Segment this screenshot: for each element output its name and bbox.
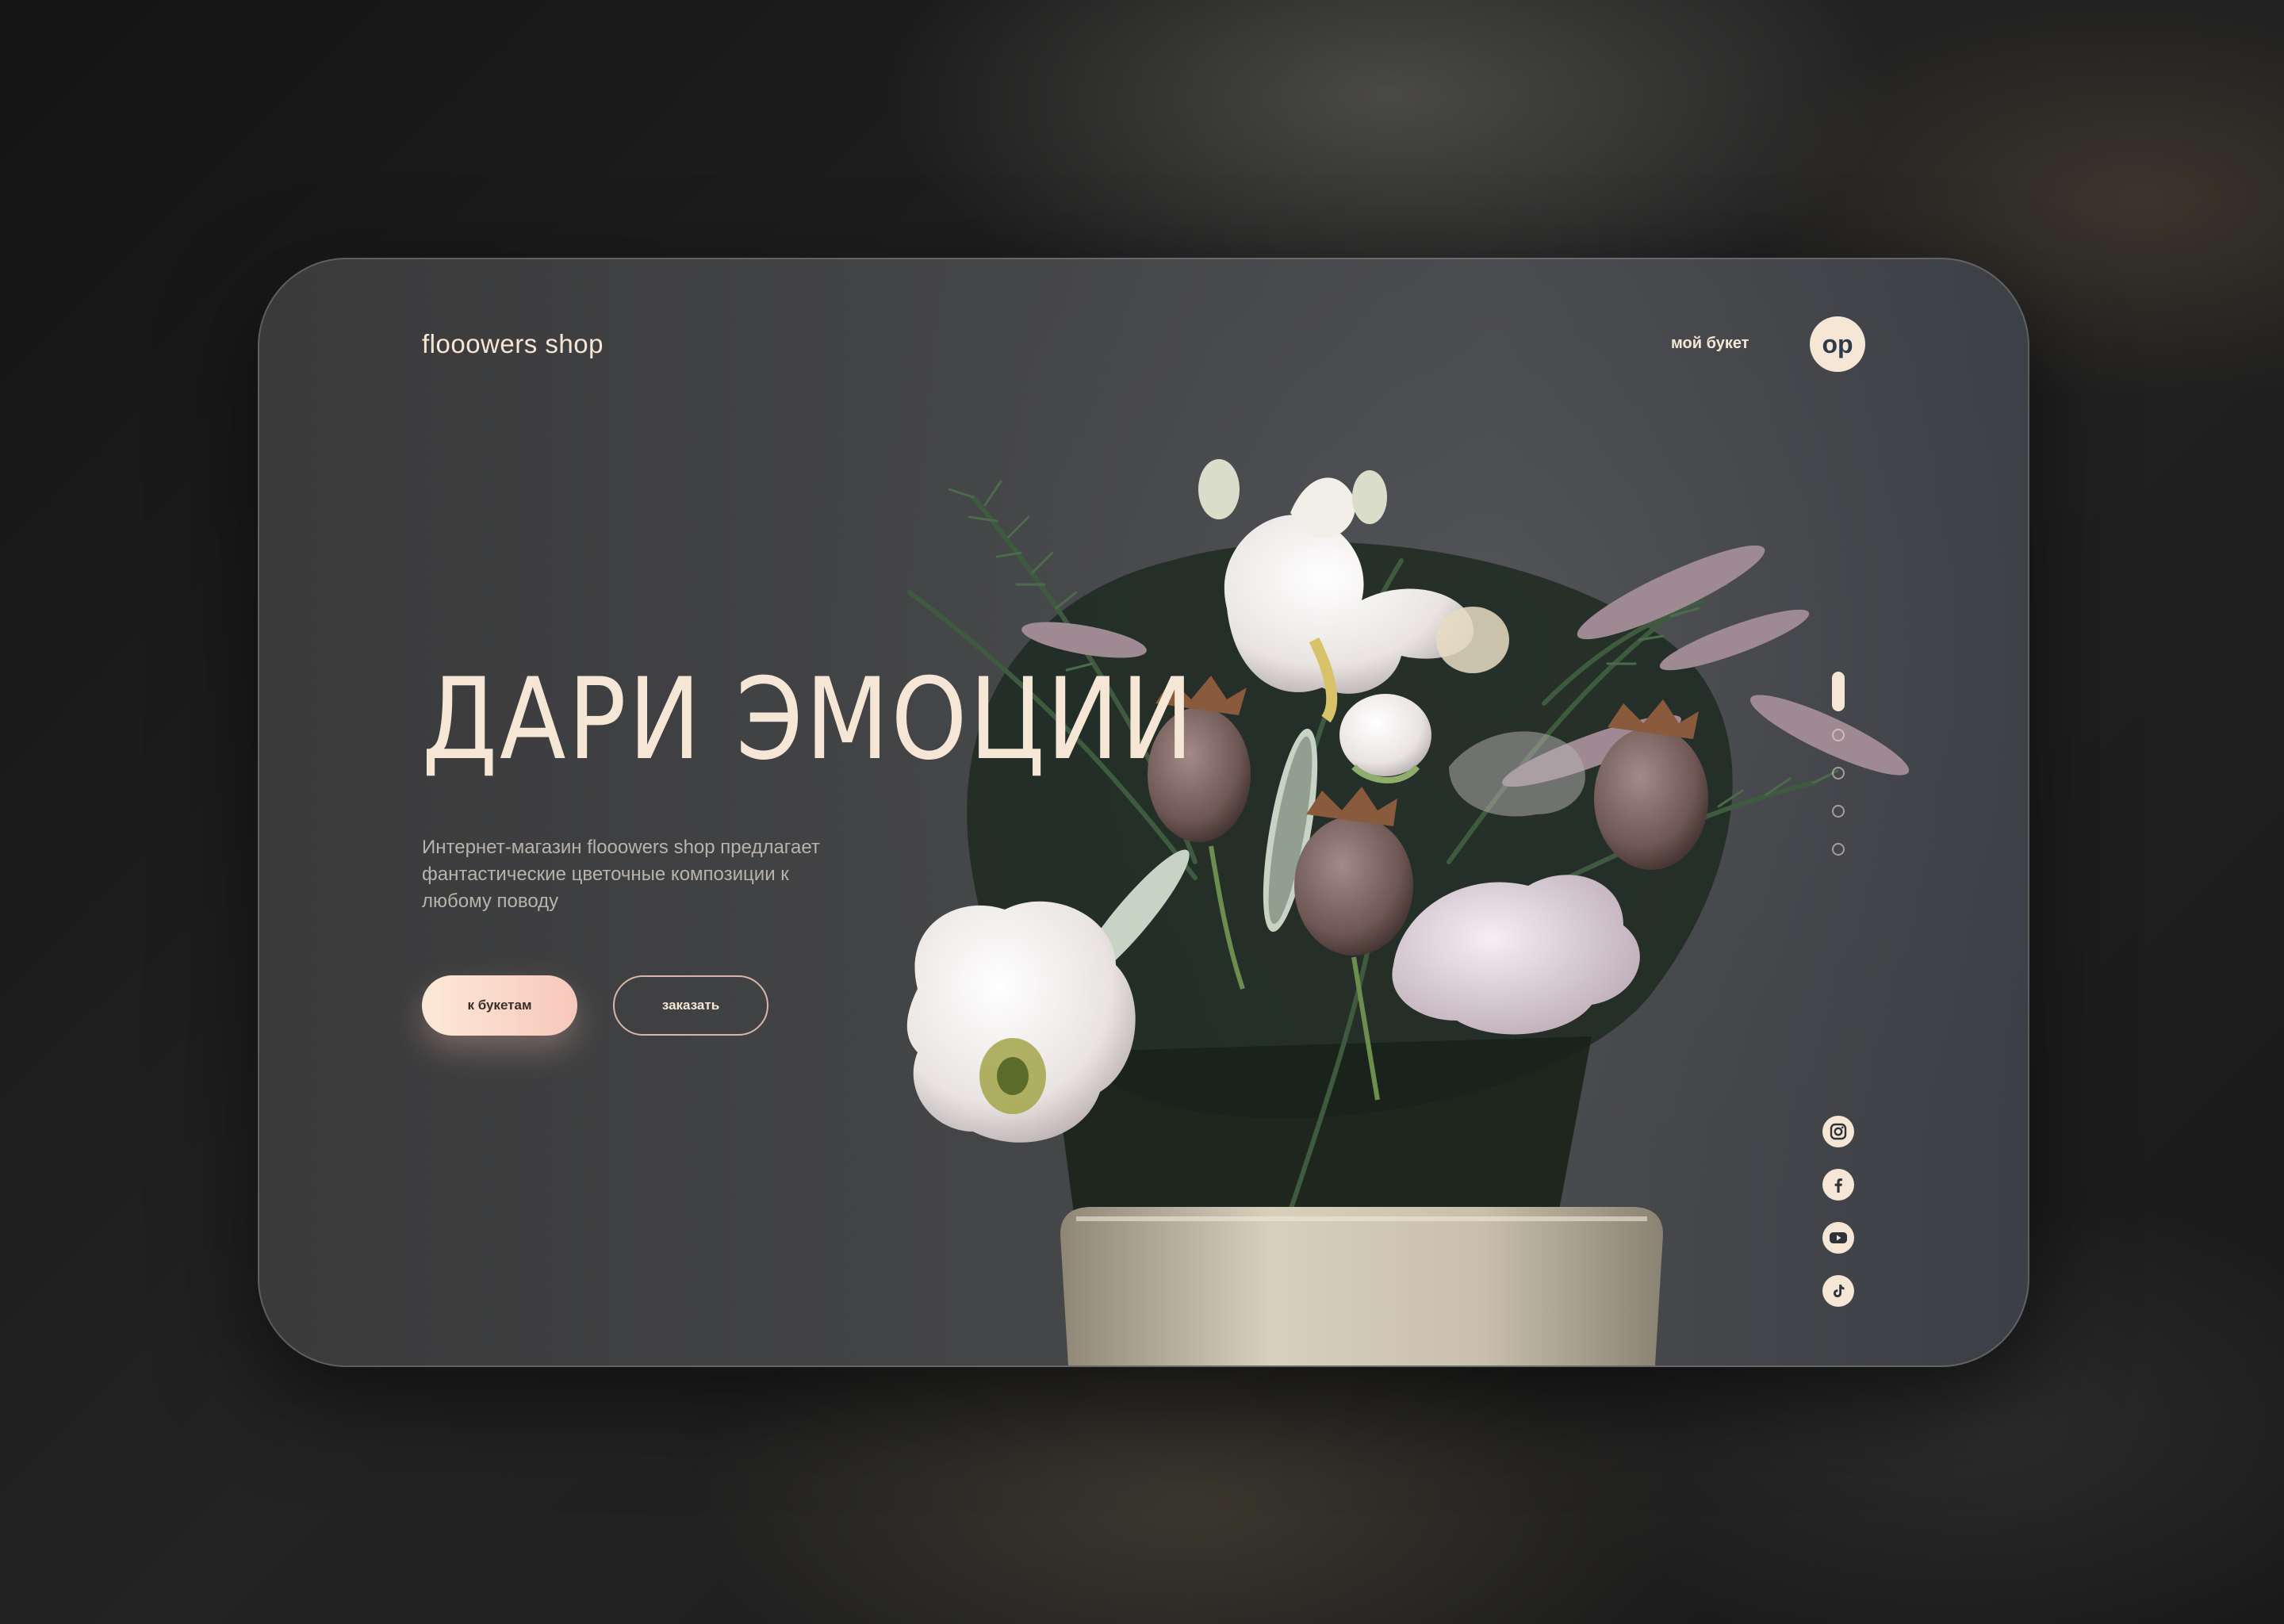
slider-dot[interactable] [1832, 843, 1845, 856]
slider-dot[interactable] [1832, 729, 1845, 741]
hero-title: ДАРИ ЭМОЦИИ [422, 654, 1196, 785]
tiktok-icon[interactable] [1822, 1275, 1854, 1307]
slider-pagination [1830, 672, 1846, 881]
youtube-icon[interactable] [1822, 1222, 1854, 1254]
hero-description: Интернет-магазин flooowers shop предлага… [422, 837, 820, 912]
to-bouquets-button[interactable]: к букетам [422, 975, 577, 1036]
slider-dot-active[interactable] [1832, 672, 1845, 711]
slider-dot[interactable] [1832, 805, 1845, 818]
order-button[interactable]: заказать [613, 975, 768, 1036]
instagram-icon[interactable] [1822, 1116, 1854, 1147]
slider-dot[interactable] [1832, 767, 1845, 779]
bouquet-image [814, 259, 2028, 1365]
my-bouquet-link[interactable]: мой букет [1671, 335, 1749, 353]
social-links [1822, 1116, 1854, 1328]
logo[interactable]: flooowers shop [422, 329, 604, 359]
avatar[interactable]: op [1810, 316, 1865, 372]
facebook-icon[interactable] [1822, 1169, 1854, 1201]
hero-card: flooowers shop мой букет op ДАРИ ЭМОЦИИ … [258, 258, 2029, 1367]
